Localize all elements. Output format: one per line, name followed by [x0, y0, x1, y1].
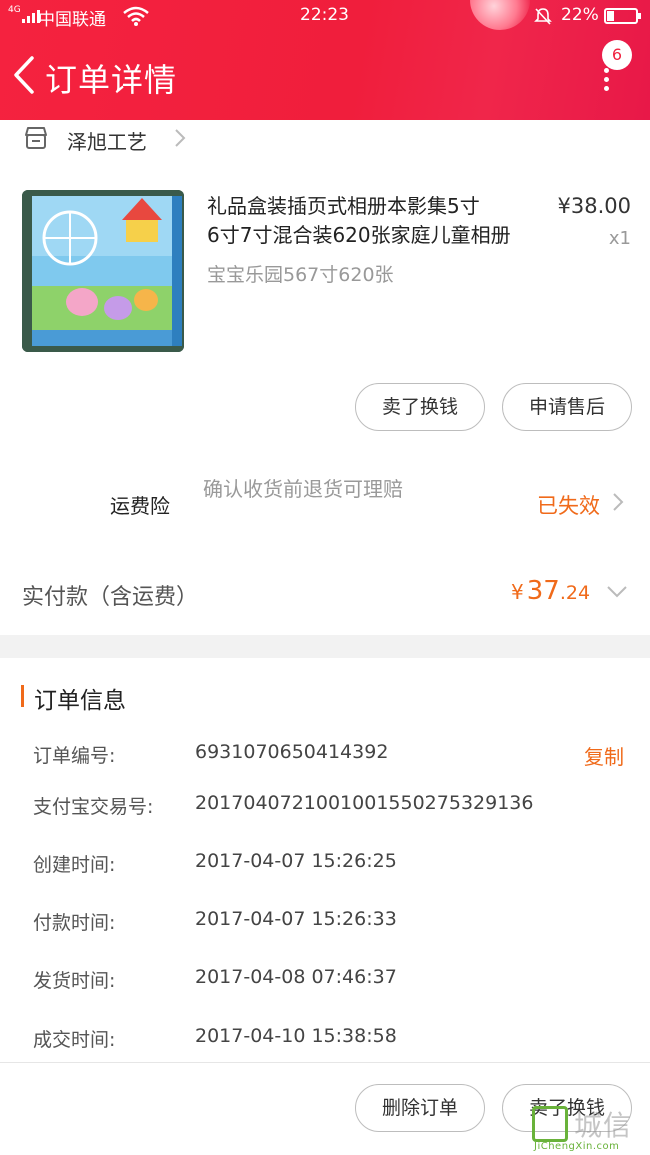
watermark-url: JiChengXin.com	[534, 1141, 620, 1152]
info-value: 2017-04-07 15:26:25	[195, 850, 397, 872]
order-number-row: 订单编号: 6931070650414392 复制	[0, 741, 650, 771]
delete-order-button[interactable]: 删除订单	[355, 1084, 485, 1132]
info-key: 付款时间:	[33, 912, 116, 934]
payment-amount: ¥37.24	[511, 576, 590, 606]
alipay-trade-row: 支付宝交易号: 2017040721001001550275329136	[0, 792, 650, 822]
payment-amount-dec: .24	[559, 582, 591, 604]
sell-for-cash-button[interactable]: 卖了换钱	[355, 383, 485, 431]
product-thumbnail[interactable]	[22, 190, 184, 352]
section-accent-bar	[21, 685, 24, 707]
shipping-insurance-status[interactable]: 已失效	[537, 490, 600, 520]
info-key: 创建时间:	[33, 854, 116, 876]
product-image	[22, 190, 184, 352]
product-title-line-1: 礼品盒装插页式相册本影集5寸	[207, 194, 480, 218]
watermark-text: 城信	[574, 1109, 633, 1142]
payment-amount-int: 37	[526, 576, 560, 606]
product-price: ¥38.00	[557, 194, 631, 218]
shop-name: 泽旭工艺	[67, 130, 147, 154]
chevron-right-icon	[175, 129, 186, 147]
header-bar: 4G 中国联通 22:23 22% 订单详情 6	[0, 0, 650, 120]
completed-time-row: 成交时间: 2017-04-10 15:38:58	[0, 1025, 650, 1055]
product-quantity: x1	[608, 228, 631, 249]
status-bar: 4G 中国联通 22:23 22%	[0, 0, 650, 34]
product-variant: 宝宝乐园567寸620张	[207, 264, 394, 286]
info-value: 2017-04-10 15:38:58	[195, 1025, 397, 1047]
watermark-logo-icon	[532, 1106, 568, 1142]
product-title[interactable]: 礼品盒装插页式相册本影集5寸 6寸7寸混合装620张家庭儿童相册	[207, 192, 529, 250]
currency-symbol: ¥	[511, 580, 524, 604]
created-time-row: 创建时间: 2017-04-07 15:26:25	[0, 850, 650, 880]
info-value: 2017-04-08 07:46:37	[195, 966, 397, 988]
order-info-title: 订单信息	[34, 688, 126, 714]
info-key: 发货时间:	[33, 970, 116, 992]
battery-icon	[604, 8, 641, 24]
message-badge[interactable]: 6	[602, 40, 632, 70]
back-button[interactable]	[10, 55, 40, 95]
carrier-name: 中国联通	[38, 10, 106, 30]
order-card: 泽旭工艺 礼品盒装插页式相册本影集5寸 6寸7寸混合装620张家庭儿童相册 宝宝…	[0, 120, 650, 635]
order-number-value: 6931070650414392	[195, 741, 389, 763]
paid-time-row: 付款时间: 2017-04-07 15:26:33	[0, 908, 650, 938]
info-value: 2017-04-07 15:26:33	[195, 908, 397, 930]
payment-label: 实付款（含运费）	[22, 585, 199, 610]
copy-button[interactable]: 复制	[584, 741, 624, 770]
mute-icon	[534, 8, 552, 25]
shipping-insurance-desc: 确认收货前退货可理赔	[203, 477, 403, 501]
chevron-right-icon[interactable]	[612, 492, 624, 512]
network-type: 4G	[8, 5, 21, 15]
request-aftersale-button[interactable]: 申请售后	[502, 383, 632, 431]
order-info-section: 订单信息 订单编号: 6931070650414392 复制 支付宝交易号: 2…	[0, 658, 650, 1155]
info-key: 成交时间:	[33, 1029, 116, 1051]
product-title-line-2: 6寸7寸混合装620张家庭儿童相册	[207, 223, 511, 247]
info-key: 支付宝交易号:	[33, 796, 154, 818]
site-watermark: 城信 JiChengXin.com	[530, 1100, 650, 1155]
footer-divider	[0, 1062, 650, 1063]
chevron-down-icon[interactable]	[606, 585, 628, 599]
shop-row[interactable]: 泽旭工艺	[0, 120, 650, 160]
shipping-insurance-label: 运费险	[110, 494, 170, 518]
shop-icon	[25, 127, 47, 149]
clock: 22:23	[300, 5, 349, 25]
more-options-button[interactable]	[596, 68, 616, 94]
info-key: 订单编号:	[33, 745, 116, 767]
wifi-icon	[123, 6, 149, 26]
shipped-time-row: 发货时间: 2017-04-08 07:46:37	[0, 966, 650, 996]
info-value: 2017040721001001550275329136	[195, 792, 534, 814]
battery-level: 22%	[561, 5, 599, 25]
page-title: 订单详情	[45, 61, 178, 99]
